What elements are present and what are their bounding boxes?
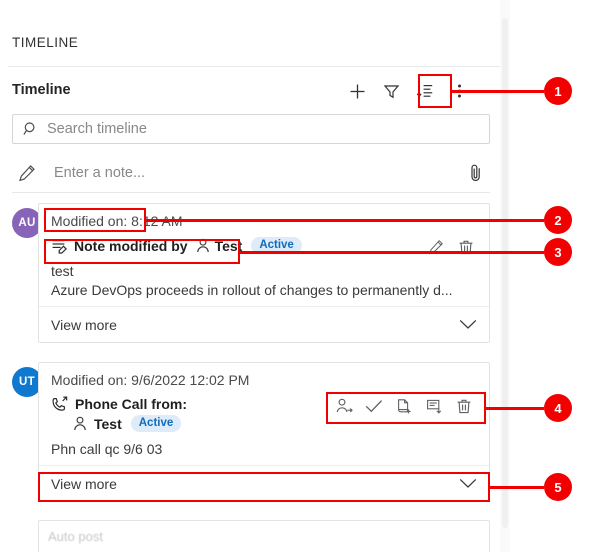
person-icon [73, 416, 87, 431]
view-more-label: View more [51, 316, 117, 333]
callout-badge-5: 5 [544, 473, 572, 501]
search-icon [23, 121, 39, 137]
view-more-button[interactable]: View more [39, 306, 489, 342]
view-more-label: View more [51, 475, 117, 492]
callout-badge-3: 3 [544, 238, 572, 266]
edit-icon[interactable] [421, 234, 451, 260]
paperclip-icon[interactable] [462, 163, 490, 183]
callout-leader-2 [146, 219, 544, 222]
card-actions [421, 234, 481, 260]
card-body-line-2: Azure DevOps proceeds in rollout of chan… [51, 282, 453, 298]
section-heading: Timeline [12, 82, 71, 98]
callout-badge-4: 4 [544, 394, 572, 422]
delete-icon[interactable] [449, 393, 479, 419]
timeline-card-partial[interactable] [38, 520, 490, 552]
callout-leader-3 [240, 251, 544, 254]
pencil-icon [12, 164, 42, 182]
screenshot-root: TIMELINE Timeline Search timeline Enter … [0, 0, 600, 552]
card-person-name: Test [94, 415, 122, 432]
chevron-down-icon [459, 478, 477, 489]
enter-note-row[interactable]: Enter a note... [12, 155, 490, 191]
check-icon[interactable] [359, 393, 389, 419]
filter-icon[interactable] [374, 76, 408, 106]
timeline-card[interactable]: Modified on: 9/6/2022 12:02 PM Phone Cal… [38, 362, 490, 502]
timeline-card[interactable]: Modified on: 8:12 AM Note modified by Te… [38, 203, 490, 343]
phone-icon [51, 396, 68, 412]
card-subject: Phone Call from: [75, 396, 188, 412]
callout-badge-1: 1 [544, 77, 572, 105]
search-timeline-box[interactable]: Search timeline [12, 114, 490, 144]
sort-icon[interactable] [408, 76, 442, 106]
view-more-button[interactable]: View more [39, 465, 489, 501]
card-subject: Note modified by [74, 237, 188, 254]
delete-icon[interactable] [451, 234, 481, 260]
card-body-line-1: Phn call qc 9/6 03 [51, 441, 163, 457]
card-content: Modified on: 8:12 AM Note modified by Te… [51, 212, 479, 300]
callout-leader-5 [490, 486, 544, 489]
add-to-queue-icon[interactable] [389, 393, 419, 419]
add-record-button[interactable] [340, 76, 374, 106]
scrollbar-thumb[interactable] [502, 18, 508, 528]
callout-badge-2: 2 [544, 206, 572, 234]
note-icon [51, 238, 67, 254]
card-body-line-1: test [51, 263, 74, 279]
partial-card-text: Auto post [48, 529, 103, 544]
note-divider [12, 192, 490, 193]
note-input[interactable]: Enter a note... [54, 165, 462, 181]
header-divider [8, 66, 502, 67]
modified-on-text: Modified on: 9/6/2022 12:02 PM [51, 372, 250, 388]
assign-icon[interactable] [329, 393, 359, 419]
convert-to-case-icon[interactable] [419, 393, 449, 419]
page-title: TIMELINE [12, 35, 79, 50]
card-person-name: Test [214, 237, 243, 254]
chevron-down-icon [459, 319, 477, 330]
search-input[interactable]: Search timeline [47, 121, 147, 137]
status-badge: Active [130, 415, 182, 432]
callout-leader-1 [452, 90, 544, 93]
card-actions [329, 393, 479, 419]
timeline-panel: TIMELINE Timeline Search timeline Enter … [0, 0, 510, 552]
callout-leader-4 [486, 407, 544, 410]
person-icon [196, 238, 210, 253]
